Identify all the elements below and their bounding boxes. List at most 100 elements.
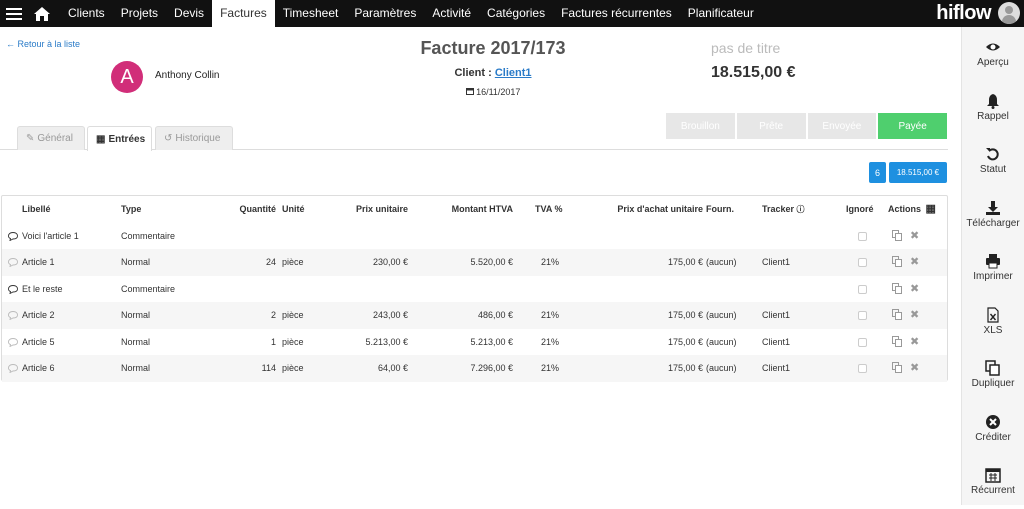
- sidebar-item-rappel[interactable]: Rappel: [962, 81, 1024, 135]
- cell-type: Commentaire: [121, 283, 176, 294]
- cell-tracker: Client1: [762, 363, 791, 373]
- total-badge-button[interactable]: 18.515,00 €: [889, 162, 947, 183]
- table-row[interactable]: Article 5 Normal 1 pièce 5.213,00 € 5.213,00 …: [2, 329, 947, 356]
- delete-row-icon[interactable]: ✖: [910, 361, 919, 374]
- user-avatar[interactable]: [998, 2, 1020, 24]
- arrow-left-icon: ←: [6, 39, 15, 49]
- back-to-list-link[interactable]: ← Retour à la liste: [6, 39, 80, 49]
- delete-row-icon[interactable]: ✖: [910, 335, 919, 348]
- nav-tab-clients[interactable]: Clients: [60, 0, 113, 27]
- duplicate-row-icon[interactable]: [892, 256, 903, 270]
- action-sidebar: Aperçu Rappel Statut Télécharger Imprime…: [961, 27, 1024, 505]
- cell-prix-achat: [592, 276, 703, 303]
- table-row[interactable]: Et le reste Commentaire ✖: [2, 276, 947, 303]
- nav-tab-parametres[interactable]: Paramètres: [346, 0, 424, 27]
- sidebar-item-telecharger[interactable]: Télécharger: [962, 188, 1024, 242]
- cell-unite: pièce: [282, 336, 304, 347]
- cell-type: Normal: [121, 310, 151, 320]
- comment-icon[interactable]: [8, 231, 18, 241]
- ignore-checkbox[interactable]: [858, 231, 867, 241]
- cell-quantite: 1: [270, 336, 276, 347]
- comment-icon[interactable]: [8, 337, 18, 347]
- delete-row-icon[interactable]: ✖: [910, 229, 919, 242]
- eye-icon: [986, 43, 1000, 51]
- cell-libelle: Article 1: [22, 257, 55, 267]
- col-libelle: Libellé: [22, 204, 51, 214]
- cell-quantite: [222, 223, 276, 250]
- comment-icon[interactable]: [8, 364, 18, 373]
- delete-row-icon[interactable]: ✖: [910, 282, 919, 295]
- tab-entrees[interactable]: ▦ Entrées: [87, 126, 152, 151]
- sidebar-item-crediter[interactable]: Créditer: [962, 402, 1024, 456]
- duplicate-row-icon[interactable]: [892, 282, 903, 297]
- ignore-checkbox[interactable]: [858, 337, 867, 347]
- nav-tab-factures[interactable]: Factures: [212, 0, 275, 27]
- table-header-row: Libellé Type Quantité Unité Prix unitair…: [2, 196, 947, 223]
- ignore-checkbox[interactable]: [858, 364, 867, 373]
- table-icon: ▦: [96, 133, 106, 145]
- nav-tab-activite[interactable]: Activité: [424, 0, 479, 27]
- copy-icon: [985, 360, 1000, 376]
- duplicate-row-icon[interactable]: [892, 362, 903, 376]
- ignore-checkbox[interactable]: [858, 311, 867, 320]
- table-row[interactable]: Voici l'article 1 Commentaire ✖: [2, 223, 947, 250]
- delete-row-icon[interactable]: ✖: [910, 255, 919, 268]
- info-icon[interactable]: ⓘ: [797, 205, 805, 214]
- cell-fourn: (aucun): [706, 336, 737, 347]
- delete-row-icon[interactable]: ✖: [910, 308, 919, 321]
- tab-entrees-label: Entrées: [108, 133, 146, 145]
- download-icon: [986, 200, 1000, 215]
- sidebar-label: Créditer: [975, 431, 1011, 443]
- sub-tabs: ✎ Général ▦ Entrées ↺ Historique: [0, 126, 948, 151]
- sidebar-item-recurrent[interactable]: Récurrent: [962, 455, 1024, 509]
- tab-historique[interactable]: ↺ Historique: [155, 126, 233, 150]
- count-badge-button[interactable]: 6: [869, 162, 886, 183]
- comment-icon[interactable]: [8, 311, 18, 320]
- sidebar-item-xls[interactable]: XLS: [962, 295, 1024, 349]
- sidebar-label: XLS: [983, 324, 1003, 336]
- cell-libelle: Article 5: [22, 336, 55, 347]
- nav-tab-factures-recurrentes[interactable]: Factures récurrentes: [553, 0, 680, 27]
- sidebar-label: Statut: [979, 164, 1007, 176]
- cell-montant: 5.520,00 €: [470, 257, 513, 267]
- duplicate-row-icon[interactable]: [892, 229, 903, 244]
- cell-prix-unitaire: 230,00 €: [372, 257, 408, 267]
- cell-tva: 21%: [541, 310, 560, 320]
- table-row[interactable]: Article 2 Normal 2 pièce 243,00 € 486,00 € 21%…: [2, 302, 947, 329]
- nav-tab-categories[interactable]: Catégories: [479, 0, 553, 27]
- sidebar-item-imprimer[interactable]: Imprimer: [962, 241, 1024, 295]
- tab-general[interactable]: ✎ Général: [17, 126, 85, 150]
- ignore-checkbox[interactable]: [858, 258, 867, 267]
- comment-icon[interactable]: [8, 284, 18, 294]
- col-prix-unitaire: Prix unitaire: [355, 204, 408, 214]
- sidebar-item-statut[interactable]: Statut: [962, 134, 1024, 188]
- cell-prix-unitaire: [332, 223, 408, 250]
- home-icon[interactable]: [32, 0, 52, 27]
- duplicate-row-icon[interactable]: [892, 335, 903, 350]
- table-row[interactable]: Article 1 Normal 24 pièce 230,00 € 5.520,00 €…: [2, 249, 947, 276]
- invoice-subtitle[interactable]: pas de titre: [711, 40, 780, 56]
- client-link[interactable]: Client1: [495, 67, 532, 79]
- cell-prix-unitaire: 5.213,00 €: [365, 336, 408, 347]
- cell-prix-achat: 175,00 €: [667, 363, 703, 373]
- contact-avatar: A: [111, 61, 143, 93]
- sidebar-label: Aperçu: [977, 57, 1009, 69]
- col-ignore: Ignoré: [846, 204, 874, 214]
- nav-tab-planificateur[interactable]: Planificateur: [680, 0, 762, 27]
- nav-tab-devis[interactable]: Devis: [166, 0, 212, 27]
- xls-file-icon: [987, 307, 999, 323]
- cell-unite: pièce: [282, 310, 304, 320]
- cell-tracker: Client1: [762, 257, 791, 267]
- sidebar-label: Récurrent: [971, 485, 1015, 497]
- cell-montant: 5.213,00 €: [470, 336, 513, 347]
- hamburger-menu-icon[interactable]: [4, 0, 24, 27]
- ignore-checkbox[interactable]: [858, 284, 867, 294]
- nav-tab-timesheet[interactable]: Timesheet: [275, 0, 347, 27]
- comment-icon[interactable]: [8, 258, 18, 267]
- sidebar-item-dupliquer[interactable]: Dupliquer: [962, 348, 1024, 402]
- sidebar-item-apercu[interactable]: Aperçu: [962, 27, 1024, 81]
- table-row[interactable]: Article 6 Normal 114 pièce 64,00 € 7.296,00 €…: [2, 355, 947, 382]
- grid-settings-icon[interactable]: ▦: [926, 203, 936, 215]
- duplicate-row-icon[interactable]: [892, 309, 903, 323]
- nav-tab-projets[interactable]: Projets: [113, 0, 166, 27]
